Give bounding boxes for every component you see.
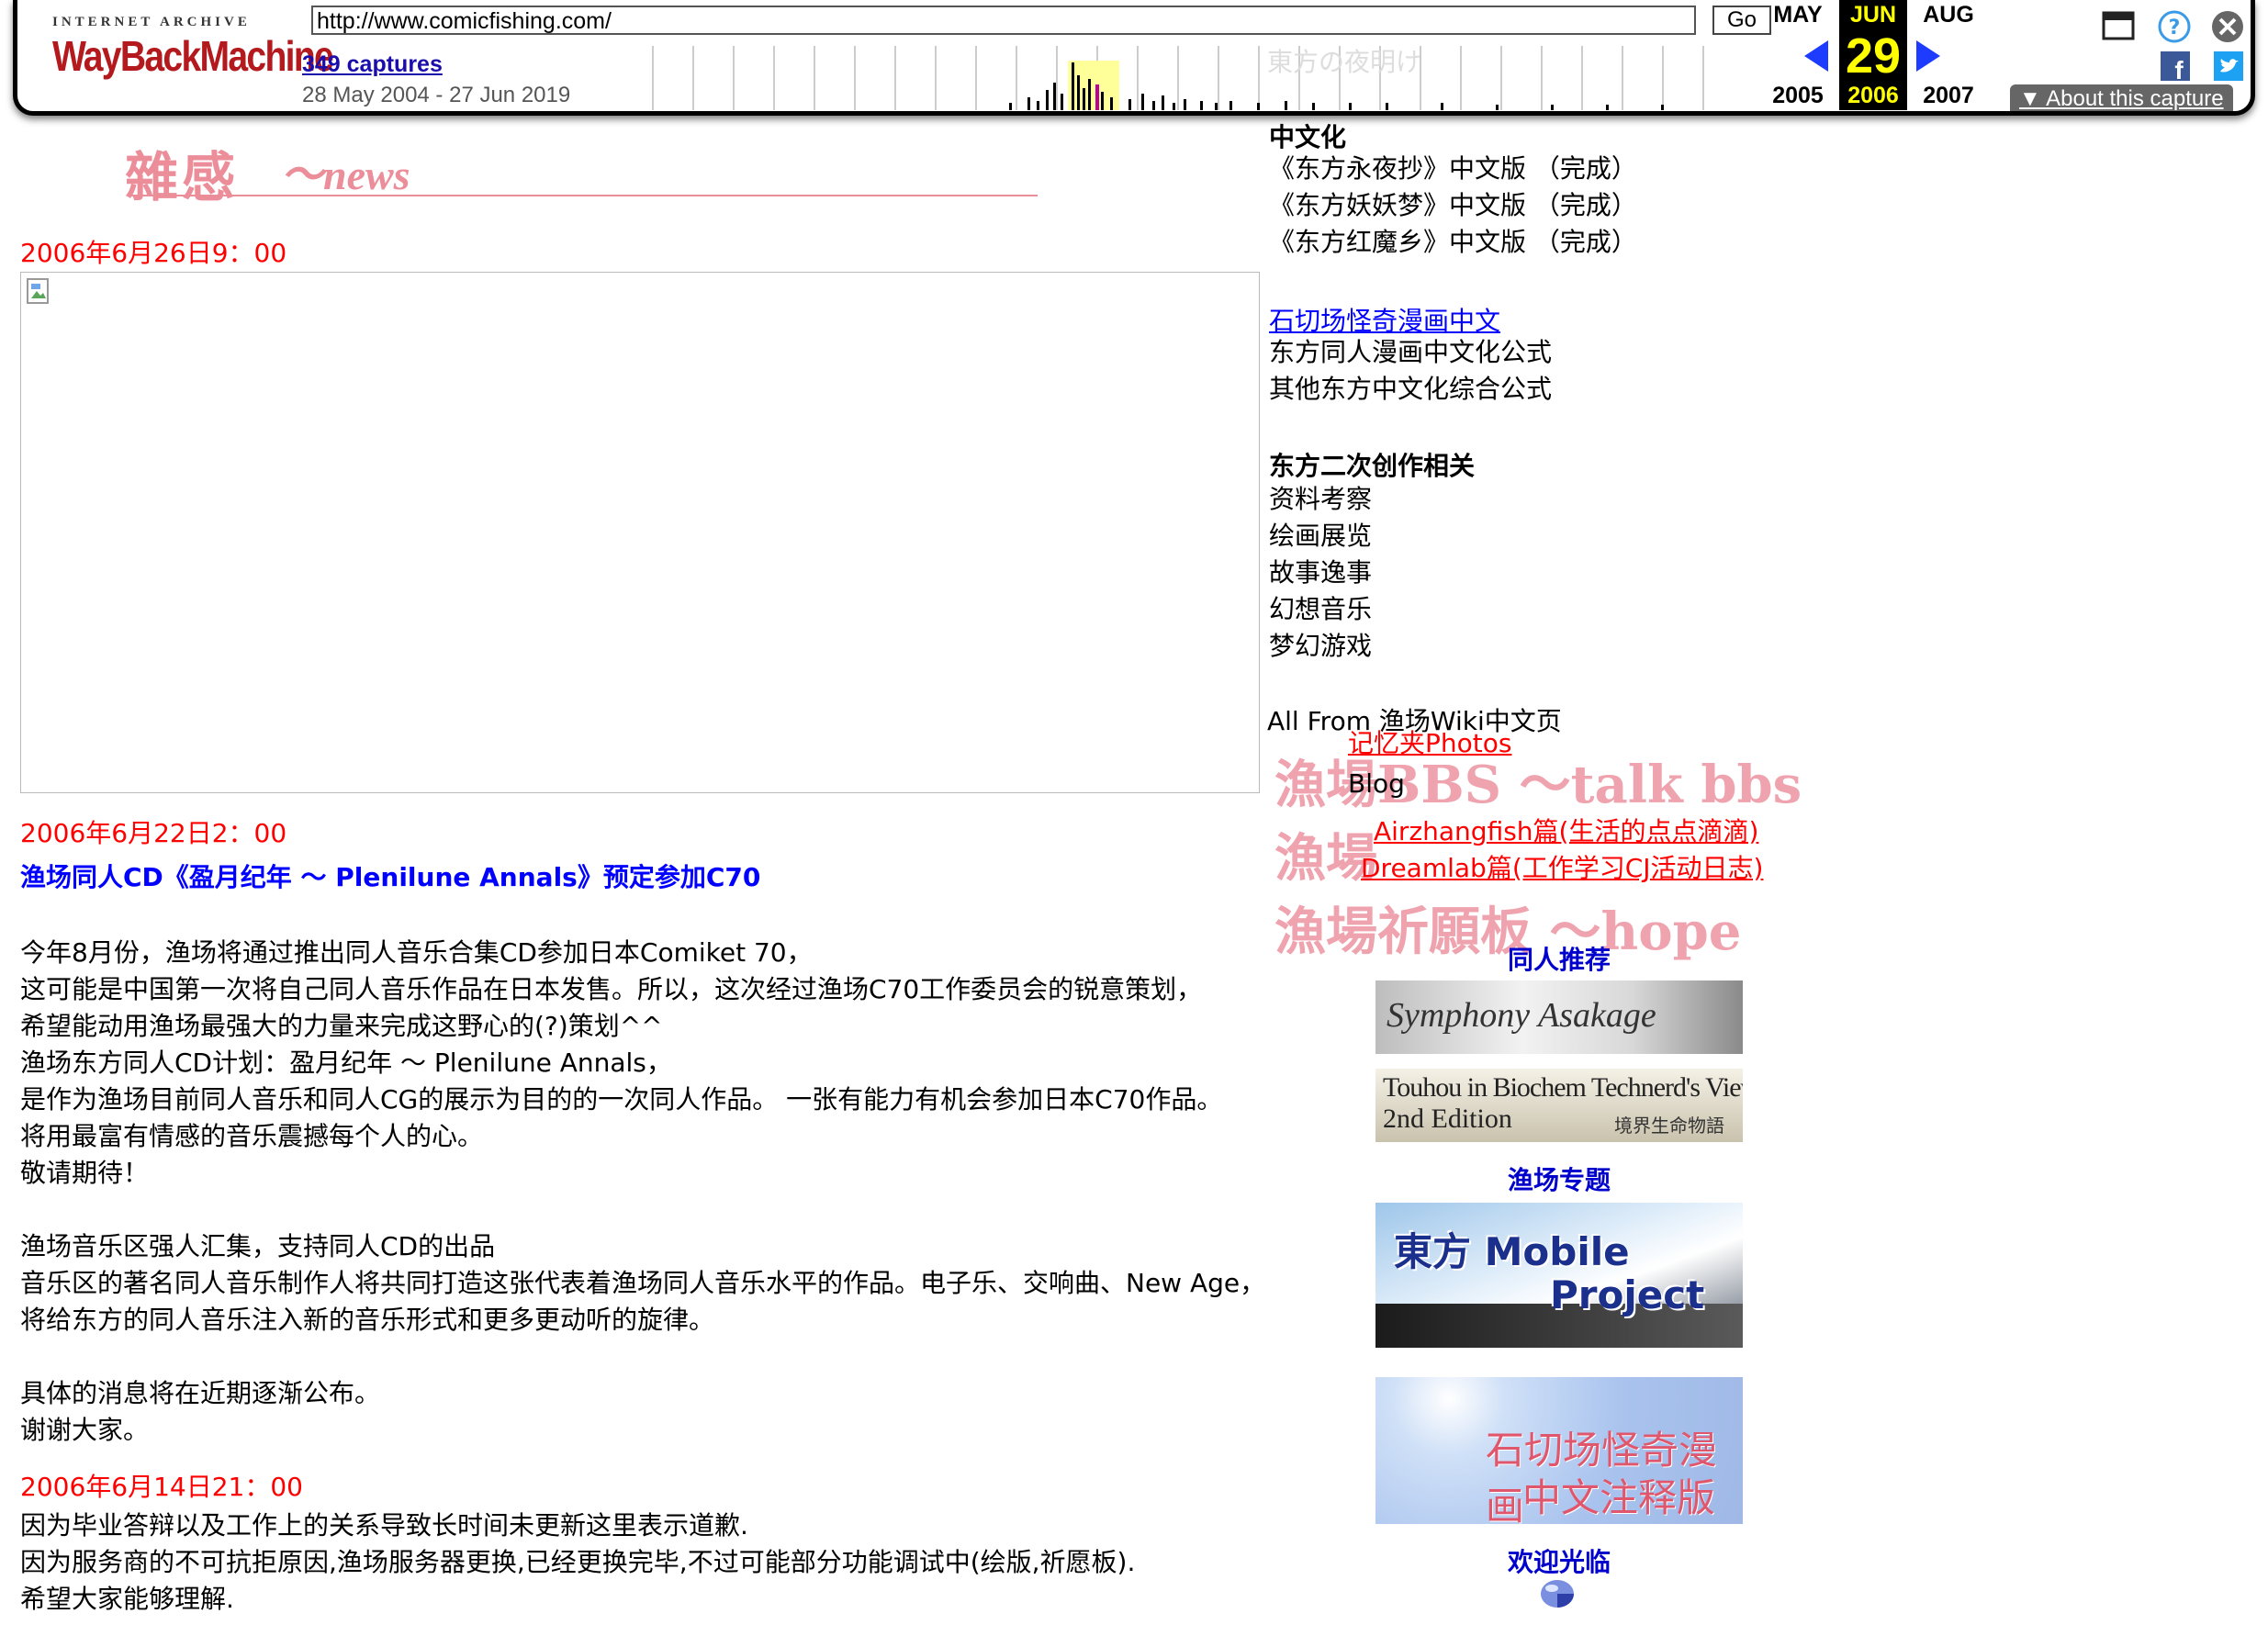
blog-label: Blog: [1348, 768, 1405, 799]
wayback-logo[interactable]: WayBackMachine: [52, 31, 334, 81]
section-heading: 东方二次创作相关: [1269, 451, 1476, 481]
news-header-title: 雜感: [125, 146, 240, 208]
sidebar-item[interactable]: 《东方永夜抄》中文版 （完成）: [1269, 151, 1637, 187]
captures-link[interactable]: 349 captures: [302, 51, 443, 78]
capture-date-range: 28 May 2004 - 27 Jun 2019: [302, 83, 571, 107]
symphony-asakage-banner[interactable]: Symphony Asakage: [1375, 980, 1743, 1054]
post-body: 今年8月份，渔场将通过推出同人音乐合集CD参加日本Comiket 70， 这可能…: [20, 937, 1223, 1188]
news-header-subtitle: ～news: [281, 151, 410, 198]
broken-image-icon: [27, 278, 49, 304]
calendar-icon[interactable]: [2102, 11, 2135, 40]
prev-year[interactable]: 2005: [1764, 83, 1832, 109]
section-heading: 中文化: [1269, 122, 1347, 152]
banner-text: Touhou in Biochem Technerd's View,: [1383, 1072, 1743, 1103]
wayback-toolbar: INTERNET ARCHIVE WayBackMachine http://w…: [13, 0, 2255, 116]
sidebar-item[interactable]: 故事逸事: [1269, 555, 1372, 591]
blog-link-dreamlab[interactable]: Dreamlab篇(工作学习CJ活动日志): [1361, 848, 1764, 885]
next-month[interactable]: AUG: [1914, 2, 1982, 28]
sidebar-item[interactable]: 梦幻游戏: [1269, 628, 1372, 665]
next-year[interactable]: 2007: [1914, 83, 1982, 109]
sidebar-link-stone[interactable]: 石切场怪奇漫画中文: [1269, 301, 1500, 338]
stone-manga-banner[interactable]: 石切场怪奇漫画 中文注释版: [1375, 1377, 1743, 1524]
current-month: JUN: [1849, 2, 1896, 28]
facebook-icon[interactable]: f: [2161, 51, 2190, 81]
blog-link-airzhangfish[interactable]: Airzhangfish篇(生活的点点滴滴): [1374, 812, 1758, 848]
chevron-down-icon: ▼: [2019, 86, 2047, 111]
faded-sidebar-title: 東方の夜明け: [1267, 47, 1422, 77]
url-input[interactable]: http://www.comicfishing.com/: [311, 6, 1696, 35]
about-capture-link[interactable]: ▼ About this capture: [2010, 84, 2233, 111]
capture-sparkline[interactable]: [651, 46, 1735, 110]
welcome-heading: 欢迎光临: [1507, 1547, 1611, 1577]
banner-text: 東方 Mobile: [1394, 1229, 1630, 1274]
post-title-link[interactable]: 渔场同人CD《盈月纪年 ～ Plenilune Annals》预定参加C70: [20, 857, 760, 894]
svg-text:?: ?: [2169, 17, 2181, 39]
prev-month[interactable]: MAY: [1764, 2, 1832, 28]
recommend-heading: 同人推荐: [1507, 945, 1611, 975]
help-icon[interactable]: ?: [2157, 9, 2192, 44]
sidebar-item[interactable]: 《东方妖妖梦》中文版 （完成）: [1269, 187, 1637, 224]
next-arrow-icon[interactable]: [1916, 40, 1940, 72]
biochem-banner[interactable]: Touhou in Biochem Technerd's View, 2nd E…: [1375, 1069, 1743, 1142]
post-image: [20, 272, 1260, 793]
twitter-icon[interactable]: [2214, 51, 2243, 81]
sidebar-item[interactable]: 《东方红魔乡》中文版 （完成）: [1269, 224, 1637, 261]
go-button[interactable]: Go: [1712, 6, 1771, 35]
sidebar-item[interactable]: 绘画展览: [1269, 518, 1372, 555]
wayback-logo-top[interactable]: INTERNET ARCHIVE: [52, 15, 251, 30]
mobile-project-banner[interactable]: 東方 Mobile Project: [1375, 1203, 1743, 1348]
post-body: 因为毕业答辩以及工作上的关系导致长时间未更新这里表示道歉. 因为服务商的不可抗拒…: [20, 1510, 1136, 1614]
svg-text:f: f: [2174, 56, 2184, 81]
photos-link[interactable]: 记忆夹Photos: [1348, 723, 1511, 760]
news-header-divider: [129, 195, 1038, 196]
sidebar-item[interactable]: 幻想音乐: [1269, 591, 1372, 628]
post-body: 渔场音乐区强人汇集，支持同人CD的出品 音乐区的著名同人音乐制作人将共同打造这张…: [20, 1231, 1266, 1335]
post-date: 2006年6月22日2：00: [20, 818, 287, 848]
banner-text: 中文注释版: [1522, 1475, 1716, 1520]
current-year: 2006: [1847, 83, 1899, 108]
counter-icon: [1541, 1580, 1574, 1608]
banner-text: 境界生命物語: [1614, 1115, 1724, 1137]
banner-text: 2nd Edition: [1383, 1104, 1512, 1134]
current-day: 29: [1845, 28, 1902, 84]
banner-text: Project: [1550, 1272, 1705, 1317]
topic-heading: 渔场专题: [1507, 1165, 1611, 1195]
banner-text: Symphony Asakage: [1387, 996, 1656, 1035]
close-icon[interactable]: [2210, 9, 2245, 44]
sidebar-item[interactable]: 东方同人漫画中文化公式: [1269, 334, 1552, 371]
about-capture-label: About this capture: [2046, 86, 2224, 111]
prev-arrow-icon[interactable]: [1804, 40, 1828, 72]
post-date: 2006年6月14日21：00: [20, 1472, 303, 1502]
sidebar-item[interactable]: 资料考察: [1269, 481, 1372, 518]
post-date: 2006年6月26日9：00: [20, 238, 287, 268]
sidebar-item[interactable]: 其他东方中文化综合公式: [1269, 371, 1552, 408]
post-body: 具体的消息将在近期逐渐公布。 谢谢大家。: [20, 1378, 381, 1445]
